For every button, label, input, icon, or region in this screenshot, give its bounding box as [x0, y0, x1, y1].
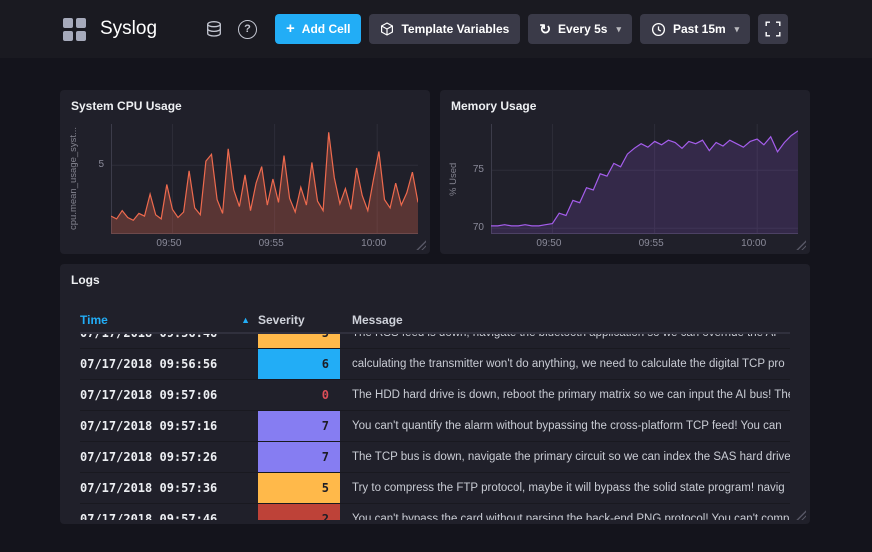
cpu-y-ticks: 5	[81, 124, 111, 234]
log-table-row[interactable]: 07/17/2018 09:57:462You can't bypass the…	[80, 504, 790, 520]
column-header-message: Message	[340, 313, 790, 327]
memory-chart-plot[interactable]	[491, 124, 798, 234]
cpu-y-axis-label: cpu.mean_usage_syst...	[66, 124, 81, 234]
help-button[interactable]: ?	[238, 20, 257, 39]
x-axis-tick-label: 09:55	[639, 238, 664, 249]
log-time: 07/17/2018 09:57:46	[80, 504, 258, 520]
log-message: The RSS feed is down, navigate the bluet…	[340, 334, 790, 348]
page-title: Syslog	[100, 18, 157, 40]
time-range-dropdown[interactable]: Past 15m ▾	[640, 14, 750, 44]
log-table-row[interactable]: 07/17/2018 09:57:365Try to compress the …	[80, 473, 790, 504]
log-message: The TCP bus is down, navigate the primar…	[340, 442, 790, 472]
cpu-usage-cell: System CPU Usage cpu.mean_usage_syst... …	[60, 90, 430, 254]
column-header-severity: Severity	[258, 313, 340, 327]
refresh-icon: ↻	[539, 22, 551, 36]
log-message: calculating the transmitter won't do any…	[340, 349, 790, 379]
log-severity-badge: 7	[258, 442, 340, 472]
grid-icon	[63, 18, 86, 41]
logs-table: Time ▲ Severity Message 07/17/2018 09:56…	[80, 308, 790, 520]
help-icon: ?	[238, 20, 257, 39]
log-time: 07/17/2018 09:57:26	[80, 442, 258, 472]
x-axis-tick-label: 09:50	[156, 238, 181, 249]
x-axis-tick-label: 10:00	[741, 238, 766, 249]
x-axis-tick-label: 09:55	[259, 238, 284, 249]
logs-scroll-viewport[interactable]: 07/17/2018 09:56:465The RSS feed is down…	[80, 334, 790, 520]
template-variables-button[interactable]: Template Variables	[369, 14, 520, 44]
charts-row: System CPU Usage cpu.mean_usage_syst... …	[60, 90, 812, 254]
memory-y-ticks: 70 75	[461, 124, 491, 234]
resize-handle[interactable]	[795, 509, 806, 520]
cpu-chart: cpu.mean_usage_syst... 5 09:50 09:55 10:00	[66, 124, 418, 250]
memory-chart: % Used 70 75 09:50 09:55 10:00	[446, 124, 798, 250]
presentation-mode-button[interactable]	[758, 14, 788, 44]
memory-y-axis-label: % Used	[446, 124, 461, 234]
expand-icon	[765, 21, 781, 37]
caret-down-icon: ▾	[616, 24, 621, 35]
log-time: 07/17/2018 09:56:56	[80, 349, 258, 379]
add-cell-label: Add Cell	[302, 22, 351, 36]
database-icon	[205, 20, 223, 38]
time-column-label: Time	[80, 313, 108, 327]
log-table-row[interactable]: 07/17/2018 09:57:060The HDD hard drive i…	[80, 380, 790, 411]
log-table-row[interactable]: 07/17/2018 09:57:167You can't quantify t…	[80, 411, 790, 442]
log-severity-badge: 5	[258, 473, 340, 503]
y-axis-tick-label: 70	[473, 222, 484, 233]
refresh-interval-dropdown[interactable]: ↻ Every 5s ▾	[528, 14, 632, 44]
log-time: 07/17/2018 09:57:36	[80, 473, 258, 503]
logs-panel-title: Logs	[71, 273, 100, 287]
topbar: Syslog ? + Add Cell	[0, 0, 872, 58]
column-header-time[interactable]: Time ▲	[80, 313, 258, 327]
dashboard-grid: System CPU Usage cpu.mean_usage_syst... …	[0, 58, 872, 524]
topbar-actions: + Add Cell Template Variables ↻ Every 5s…	[275, 14, 788, 44]
log-severity-badge: 5	[258, 334, 340, 348]
log-message: You can't bypass the card without parsin…	[340, 504, 790, 520]
log-table-row[interactable]: 07/17/2018 09:56:566calculating the tran…	[80, 349, 790, 380]
nav-menu-button[interactable]	[60, 15, 88, 43]
log-time: 07/17/2018 09:57:16	[80, 411, 258, 441]
refresh-interval-value: Every 5s	[558, 22, 607, 36]
add-cell-button[interactable]: + Add Cell	[275, 14, 361, 44]
memory-x-ticks: 09:50 09:55 10:00	[491, 234, 798, 250]
log-message: Try to compress the FTP protocol, maybe …	[340, 473, 790, 503]
logs-table-header: Time ▲ Severity Message	[80, 308, 790, 334]
y-axis-tick-label: 5	[98, 159, 104, 170]
mem-chart-svg	[491, 124, 798, 234]
log-table-row[interactable]: 07/17/2018 09:56:465The RSS feed is down…	[80, 334, 790, 349]
log-table-row[interactable]: 07/17/2018 09:57:267The TCP bus is down,…	[80, 442, 790, 473]
cpu-chart-svg	[111, 124, 418, 234]
log-time: 07/17/2018 09:57:06	[80, 380, 258, 410]
x-axis-tick-label: 10:00	[361, 238, 386, 249]
plus-icon: +	[286, 20, 295, 37]
cpu-chart-plot[interactable]	[111, 124, 418, 234]
memory-usage-cell: Memory Usage % Used 70 75 09:50 09:55 10:00	[440, 90, 810, 254]
log-severity-badge: 0	[258, 380, 340, 410]
memory-panel-title: Memory Usage	[451, 99, 536, 113]
app-root: Syslog ? + Add Cell	[0, 0, 872, 524]
logs-rows: 07/17/2018 09:56:465The RSS feed is down…	[80, 334, 790, 520]
y-axis-tick-label: 75	[473, 164, 484, 175]
x-axis-tick-label: 09:50	[536, 238, 561, 249]
log-message: The HDD hard drive is down, reboot the p…	[340, 380, 790, 410]
time-range-value: Past 15m	[673, 22, 726, 36]
topbar-icon-group: ?	[205, 20, 257, 39]
template-variables-label: Template Variables	[401, 22, 509, 36]
log-message: You can't quantify the alarm without byp…	[340, 411, 790, 441]
logs-cell: Logs Time ▲ Severity Message 07/17/2018 …	[60, 264, 810, 524]
log-time: 07/17/2018 09:56:46	[80, 334, 258, 348]
log-severity-badge: 2	[258, 504, 340, 520]
template-variables-icon	[380, 22, 394, 36]
sources-button[interactable]	[205, 20, 223, 38]
caret-down-icon: ▾	[735, 24, 740, 35]
clock-icon	[651, 22, 666, 37]
cpu-x-ticks: 09:50 09:55 10:00	[111, 234, 418, 250]
log-severity-badge: 7	[258, 411, 340, 441]
log-severity-badge: 6	[258, 349, 340, 379]
sort-ascending-icon: ▲	[241, 315, 250, 325]
cpu-panel-title: System CPU Usage	[71, 99, 182, 113]
